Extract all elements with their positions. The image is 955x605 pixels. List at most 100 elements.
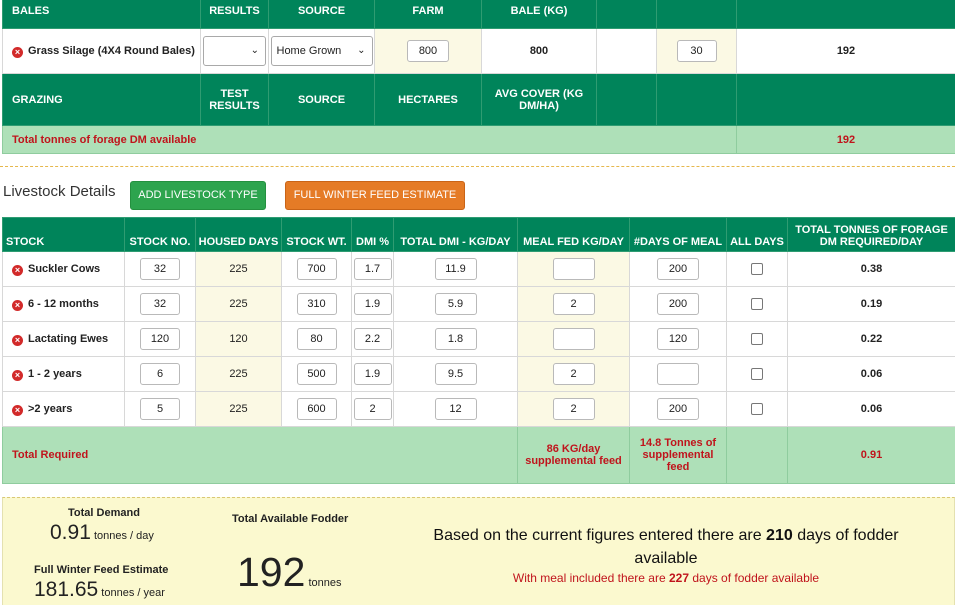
grazing-col-hectares: HECTARES [374,73,482,126]
total-dmi-input[interactable]: 12 [434,398,477,420]
col-header-blank-1 [596,0,657,29]
stock-wt-input[interactable]: 310 [296,293,337,315]
col-total-dmi: TOTAL DMI - KG/DAY [393,217,518,252]
total-all-days-empty [726,426,788,484]
meal-fed-input[interactable]: 2 [552,398,595,420]
test-result-select[interactable]: ⌄ [203,36,266,66]
col-housed-days: HOUSED DAYS [195,217,282,252]
stock-cell: × >2 years [2,391,125,427]
remove-icon[interactable]: × [12,404,23,416]
stock-cell: × 1 - 2 years [2,356,125,392]
forage-total-label: Total tonnes of forage DM available [2,125,737,154]
stock-name: Lactating Ewes [28,332,109,345]
row-tonnes-value: 0.19 [787,286,955,322]
fodder: 192 tonnes [237,548,342,596]
stock-cell: × Lactating Ewes [2,321,125,357]
meal-feed-total: 86 KG/day supplemental feed [517,426,630,484]
col-header-results: RESULTS [200,0,269,29]
livestock-row: × Suckler Cows 32 225 700 1.7 11.9 200 0.38 [2,251,955,287]
col-stock-no: STOCK NO. [124,217,196,252]
meal-fed-input[interactable] [552,328,595,350]
full-winter-estimate-button[interactable]: FULL WINTER FEED ESTIMATE [285,181,465,210]
livestock-row: × Lactating Ewes 120 120 80 2.2 1.8 120 0.22 [2,321,955,357]
meal-fed-input[interactable]: 2 [552,363,595,385]
row-tonnes-value: 0.06 [787,356,955,392]
chevron-down-icon: ⌄ [357,45,366,56]
days-meal-input[interactable] [657,363,699,385]
days-meal-input[interactable]: 120 [657,328,699,350]
total-demand-label: Total Demand [68,507,140,519]
housed-days-value: 225 [195,356,282,392]
total-demand-value: 0.91 [50,521,91,544]
all-days-checkbox[interactable] [751,298,763,311]
winter-estimate-label: Full Winter Feed Estimate [34,564,169,576]
meal-message: With meal included there are 227 days of… [512,571,820,585]
total-dmi-input[interactable]: 1.8 [434,328,477,350]
col-total-tonnes: TOTAL TONNES OF FORAGE DM REQUIRED/DAY [787,217,955,252]
stock-no-input[interactable]: 5 [140,398,180,420]
meal-days: 227 [668,571,690,585]
bale-count-input[interactable]: 30 [676,40,717,62]
total-dmi-input[interactable]: 5.9 [434,293,477,315]
bale-kg-value: 800 [481,28,597,74]
winter-estimate: 181.65 tonnes / year [34,578,165,602]
total-dmi-input[interactable]: 11.9 [434,258,477,280]
livestock-title: Livestock Details [3,183,116,200]
remove-icon[interactable]: × [12,264,23,276]
source-select[interactable]: Home Grown ⌄ [270,36,373,66]
col-header-bales: BALES [2,0,201,29]
dmi-input[interactable]: 1.9 [353,363,392,385]
total-required-label: Total Required [2,426,518,484]
fodder-label: Total Available Fodder [232,513,349,525]
stock-no-input[interactable]: 6 [140,363,180,385]
col-meal-fed: MEAL FED KG/DAY [517,217,630,252]
dmi-input[interactable]: 1.7 [353,258,392,280]
grazing-col-avg-cover: AVG COVER (KG DM/HA) [481,73,597,126]
fodder-message: Based on the current figures entered the… [433,527,899,567]
all-days-checkbox[interactable] [751,403,763,416]
remove-icon[interactable]: × [12,334,23,346]
meal-fed-input[interactable] [552,258,595,280]
fodder-days: 210 [766,527,793,544]
dmi-input[interactable]: 1.9 [353,293,392,315]
stock-no-input[interactable]: 32 [140,258,180,280]
stock-wt-input[interactable]: 700 [296,258,337,280]
winter-estimate-unit: tonnes / year [101,587,165,599]
days-meal-input[interactable]: 200 [657,293,699,315]
stock-wt-input[interactable]: 600 [296,398,337,420]
stock-wt-input[interactable]: 500 [296,363,337,385]
stock-wt-input[interactable]: 80 [296,328,337,350]
housed-days-value: 225 [195,391,282,427]
stock-name: >2 years [28,402,73,415]
col-all-days: ALL DAYS [726,217,788,252]
days-meal-input[interactable]: 200 [657,258,699,280]
fodder-unit: tonnes [308,577,342,589]
dmi-input[interactable]: 2.2 [353,328,392,350]
row-tonnes-value: 0.38 [787,251,955,287]
stock-no-input[interactable]: 120 [140,328,180,350]
dmi-input[interactable]: 2 [353,398,392,420]
col-header-source: SOURCE [268,0,375,29]
remove-icon[interactable]: × [12,299,23,311]
grazing-header: GRAZING [2,73,201,126]
meal-fed-input[interactable]: 2 [552,293,595,315]
add-livestock-button[interactable]: ADD LIVESTOCK TYPE [130,181,266,210]
stock-no-input[interactable]: 32 [140,293,180,315]
chevron-down-icon: ⌄ [250,45,259,56]
total-dmi-input[interactable]: 9.5 [434,363,477,385]
remove-icon[interactable]: × [12,369,23,381]
housed-days-value: 225 [195,251,282,287]
grazing-col-blank-3 [736,73,955,126]
stock-cell: × Suckler Cows [2,251,125,287]
remove-icon[interactable]: × [12,46,23,58]
stock-cell: × 6 - 12 months [2,286,125,322]
bale-name: Grass Silage (4X4 Round Bales) [28,44,195,57]
all-days-checkbox[interactable] [751,368,763,381]
grazing-col-blank-1 [596,73,657,126]
winter-estimate-value: 181.65 [34,578,99,601]
col-stock: STOCK [2,217,125,252]
all-days-checkbox[interactable] [751,333,763,346]
farm-input[interactable]: 800 [407,40,449,62]
days-meal-input[interactable]: 200 [657,398,699,420]
all-days-checkbox[interactable] [751,263,763,276]
